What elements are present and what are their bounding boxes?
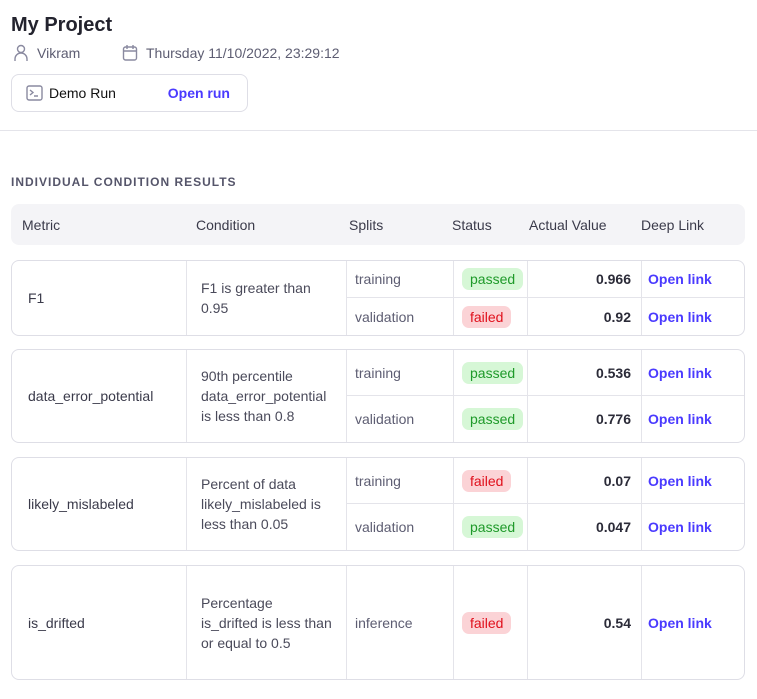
status-badge: passed bbox=[462, 361, 524, 384]
actual-value: 0.07 bbox=[528, 458, 642, 503]
split-name: training bbox=[347, 458, 454, 503]
status-badge: passed bbox=[462, 268, 524, 290]
page-title: My Project bbox=[11, 14, 113, 36]
terminal-icon bbox=[26, 85, 43, 101]
col-deep-link: Deep Link bbox=[641, 217, 705, 233]
open-link[interactable]: Open link bbox=[642, 396, 744, 442]
metric-name: is_drifted bbox=[12, 566, 187, 679]
status-badge: failed bbox=[462, 469, 512, 492]
section-title: INDIVIDUAL CONDITION RESULTS bbox=[11, 175, 237, 189]
status-badge: failed bbox=[462, 611, 512, 634]
open-link[interactable]: Open link bbox=[642, 566, 744, 679]
run-name: Demo Run bbox=[49, 85, 116, 101]
table-row: validation passed 0.047 Open link bbox=[347, 504, 744, 550]
divider bbox=[0, 130, 757, 131]
split-name: validation bbox=[347, 504, 454, 550]
status-badge: failed bbox=[462, 305, 512, 328]
result-card: is_drifted Percentage is_drifted is less… bbox=[11, 565, 745, 680]
actual-value: 0.92 bbox=[528, 298, 642, 335]
table-row: training passed 0.966 Open link bbox=[347, 261, 744, 298]
condition-text: Percent of data likely_mislabeled is les… bbox=[187, 458, 347, 550]
run-card: Demo Run Open run bbox=[11, 74, 248, 112]
actual-value: 0.54 bbox=[528, 566, 642, 679]
open-link[interactable]: Open link bbox=[642, 298, 744, 335]
result-card: likely_mislabeled Percent of data likely… bbox=[11, 457, 745, 551]
condition-text: Percentage is_drifted is less than or eq… bbox=[187, 566, 347, 679]
actual-value: 0.047 bbox=[528, 504, 642, 550]
col-condition: Condition bbox=[196, 217, 256, 233]
col-actual-value: Actual Value bbox=[529, 217, 607, 233]
table-row: training failed 0.07 Open link bbox=[347, 458, 744, 504]
open-link[interactable]: Open link bbox=[642, 504, 744, 550]
split-name: training bbox=[347, 350, 454, 395]
result-card: data_error_potential 90th percentile dat… bbox=[11, 349, 745, 443]
col-metric: Metric bbox=[22, 217, 61, 233]
actual-value: 0.776 bbox=[528, 396, 642, 442]
date-meta: Thursday 11/10/2022, 23:29:12 bbox=[122, 44, 340, 62]
open-run-link[interactable]: Open run bbox=[168, 85, 230, 101]
open-link[interactable]: Open link bbox=[642, 350, 744, 395]
actual-value: 0.966 bbox=[528, 261, 642, 297]
table-row: inference failed 0.54 Open link bbox=[347, 566, 744, 679]
calendar-icon bbox=[122, 45, 138, 61]
open-link[interactable]: Open link bbox=[642, 458, 744, 503]
table-row: validation passed 0.776 Open link bbox=[347, 396, 744, 442]
table-header: Metric Condition Splits Status Actual Va… bbox=[11, 204, 745, 245]
status-badge: passed bbox=[462, 516, 524, 538]
split-name: validation bbox=[347, 298, 454, 335]
metric-name: F1 bbox=[12, 261, 187, 335]
user-meta: Vikram bbox=[13, 44, 80, 62]
status-badge: passed bbox=[462, 408, 524, 430]
result-card: F1 F1 is greater than 0.95 training pass… bbox=[11, 260, 745, 336]
split-name: validation bbox=[347, 396, 454, 442]
user-icon bbox=[14, 44, 28, 61]
condition-text: 90th percentile data_error_potential is … bbox=[187, 350, 347, 442]
actual-value: 0.536 bbox=[528, 350, 642, 395]
open-link[interactable]: Open link bbox=[642, 261, 744, 297]
table-row: training passed 0.536 Open link bbox=[347, 350, 744, 396]
condition-text: F1 is greater than 0.95 bbox=[187, 261, 347, 335]
user-name: Vikram bbox=[37, 45, 81, 61]
run-date: Thursday 11/10/2022, 23:29:12 bbox=[146, 45, 340, 61]
split-name: training bbox=[347, 261, 454, 297]
metric-name: data_error_potential bbox=[12, 350, 187, 442]
split-name: inference bbox=[347, 566, 454, 679]
col-splits: Splits bbox=[349, 217, 384, 233]
metric-name: likely_mislabeled bbox=[12, 458, 187, 550]
col-status: Status bbox=[452, 217, 492, 233]
table-row: validation failed 0.92 Open link bbox=[347, 298, 744, 335]
